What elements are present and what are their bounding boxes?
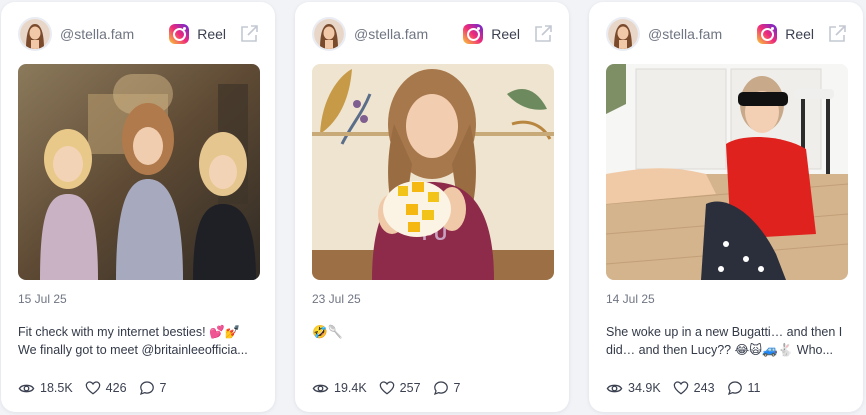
post-date: 14 Jul 25 — [606, 292, 655, 306]
post-thumbnail[interactable] — [18, 64, 260, 280]
likes-stat: 426 — [85, 380, 127, 396]
likes-stat: 243 — [673, 380, 715, 396]
comments-count: 7 — [159, 381, 167, 395]
eye-icon — [606, 384, 623, 392]
instagram-icon — [463, 24, 484, 44]
caption-line: did… and then Lucy?? 😂🙀🚙🐇 Who... — [606, 343, 833, 357]
likes-count: 426 — [105, 381, 127, 395]
views-count: 19.4K — [334, 381, 367, 395]
avatar[interactable] — [18, 17, 52, 51]
post-stats: 34.9K 243 11 — [606, 378, 773, 398]
instagram-icon — [169, 24, 190, 44]
post-cards-row: @stella.fam Reel 15 Jul 25 Fit check wit… — [0, 0, 866, 415]
avatar[interactable] — [312, 17, 346, 51]
comments-count: 7 — [453, 381, 461, 395]
heart-icon — [85, 381, 100, 395]
comments-count: 11 — [747, 381, 761, 395]
card-header: @stella.fam Reel — [18, 16, 259, 52]
post-stats: 19.4K 257 7 — [312, 378, 472, 398]
caption-line: 🤣🥄 — [312, 325, 344, 339]
comments-stat: 11 — [727, 380, 761, 396]
account-handle[interactable]: @stella.fam — [354, 26, 463, 42]
views-count: 34.9K — [628, 381, 661, 395]
comment-icon — [433, 381, 448, 395]
content-type-label: Reel — [785, 26, 814, 42]
comments-stat: 7 — [433, 380, 461, 396]
post-date: 15 Jul 25 — [18, 292, 67, 306]
views-count: 18.5K — [40, 381, 73, 395]
post-caption: She woke up in a new Bugatti… and then I… — [606, 323, 850, 359]
comment-icon — [727, 381, 742, 395]
views-stat: 34.9K — [606, 380, 661, 397]
likes-count: 243 — [693, 381, 715, 395]
post-date: 23 Jul 25 — [312, 292, 361, 306]
views-stat: 19.4K — [312, 380, 367, 397]
content-type-label: Reel — [197, 26, 226, 42]
post-thumbnail[interactable]: PU — [312, 64, 554, 280]
post-stats: 18.5K 426 7 — [18, 378, 178, 398]
avatar[interactable] — [606, 17, 640, 51]
comments-stat: 7 — [139, 380, 167, 396]
instagram-icon — [757, 24, 778, 44]
external-link-icon[interactable] — [239, 24, 259, 44]
comment-icon — [139, 381, 154, 395]
post-caption: Fit check with my internet besties! 💕💅 W… — [18, 323, 262, 359]
content-type-label: Reel — [491, 26, 520, 42]
likes-stat: 257 — [379, 380, 421, 396]
eye-icon — [312, 384, 329, 392]
post-card[interactable]: @stella.fam Reel — [589, 2, 863, 412]
heart-icon — [673, 381, 688, 395]
post-thumbnail[interactable] — [606, 64, 848, 280]
external-link-icon[interactable] — [533, 24, 553, 44]
likes-count: 257 — [399, 381, 421, 395]
external-link-icon[interactable] — [827, 24, 847, 44]
eye-icon — [18, 384, 35, 392]
views-stat: 18.5K — [18, 380, 73, 397]
caption-line: We finally got to meet @britainleeoffici… — [18, 343, 248, 357]
heart-icon — [379, 381, 394, 395]
account-handle[interactable]: @stella.fam — [648, 26, 757, 42]
post-card[interactable]: @stella.fam Reel — [295, 2, 569, 412]
post-caption: 🤣🥄 — [312, 323, 556, 341]
caption-line: Fit check with my internet besties! 💕💅 — [18, 325, 241, 339]
card-header: @stella.fam Reel — [606, 16, 847, 52]
card-header: @stella.fam Reel — [312, 16, 553, 52]
post-card[interactable]: @stella.fam Reel — [1, 2, 275, 412]
account-handle[interactable]: @stella.fam — [60, 26, 169, 42]
caption-line: She woke up in a new Bugatti… and then I — [606, 325, 843, 339]
